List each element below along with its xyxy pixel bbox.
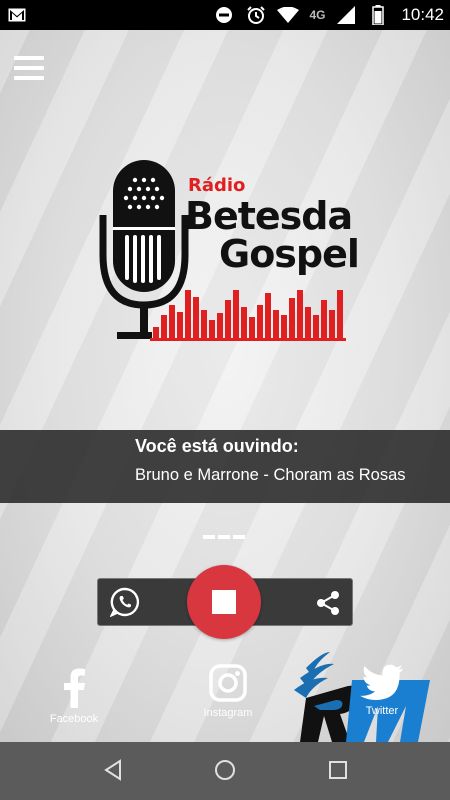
facebook-icon [64,668,85,708]
recent-apps-icon[interactable] [326,758,350,782]
gmail-icon [6,6,28,24]
instagram-icon [209,664,247,702]
facebook-label: Facebook [49,713,99,725]
wifi-icon [277,6,300,24]
twitter-label: Twitter [365,705,399,717]
status-bar: 4G 10:42 [0,0,450,30]
battery-icon [367,5,389,25]
twitter-button[interactable]: Twitter [352,664,412,717]
system-navigation-bar [0,742,450,800]
page-dot [203,535,215,539]
whatsapp-icon[interactable] [109,587,140,618]
now-playing-track: Bruno e Marrone - Choram as Rosas [135,466,406,484]
network-type: 4G [309,8,326,22]
menu-icon[interactable] [14,56,44,80]
instagram-label: Instagram [203,707,253,719]
signal-icon [335,6,357,24]
clock: 10:42 [401,5,444,24]
page-dot [218,535,230,539]
back-icon[interactable] [101,758,125,782]
stop-button[interactable] [187,565,261,639]
facebook-button[interactable]: Facebook [42,668,106,725]
page-indicator [203,535,245,539]
menu-line [14,56,44,60]
stop-icon [212,590,236,614]
home-icon[interactable] [213,758,237,782]
dnd-icon [213,6,235,24]
twitter-icon [360,664,403,700]
menu-line [14,66,44,70]
now-playing-label: Você está ouvindo: [135,436,299,456]
menu-line [14,76,44,80]
logo-gospel-text: Gospel [219,232,360,276]
now-playing-banner: Você está ouvindo: Bruno e Marrone - Cho… [0,430,450,503]
share-icon[interactable] [316,590,340,616]
radio-logo: Rádio Betesda Gospel [95,155,360,350]
alarm-icon [245,6,267,24]
page-dot [233,535,245,539]
instagram-button[interactable]: Instagram [196,664,260,719]
logo-betesda-text: Betesda [185,194,353,238]
logo-radio-text: Rádio [188,175,246,196]
